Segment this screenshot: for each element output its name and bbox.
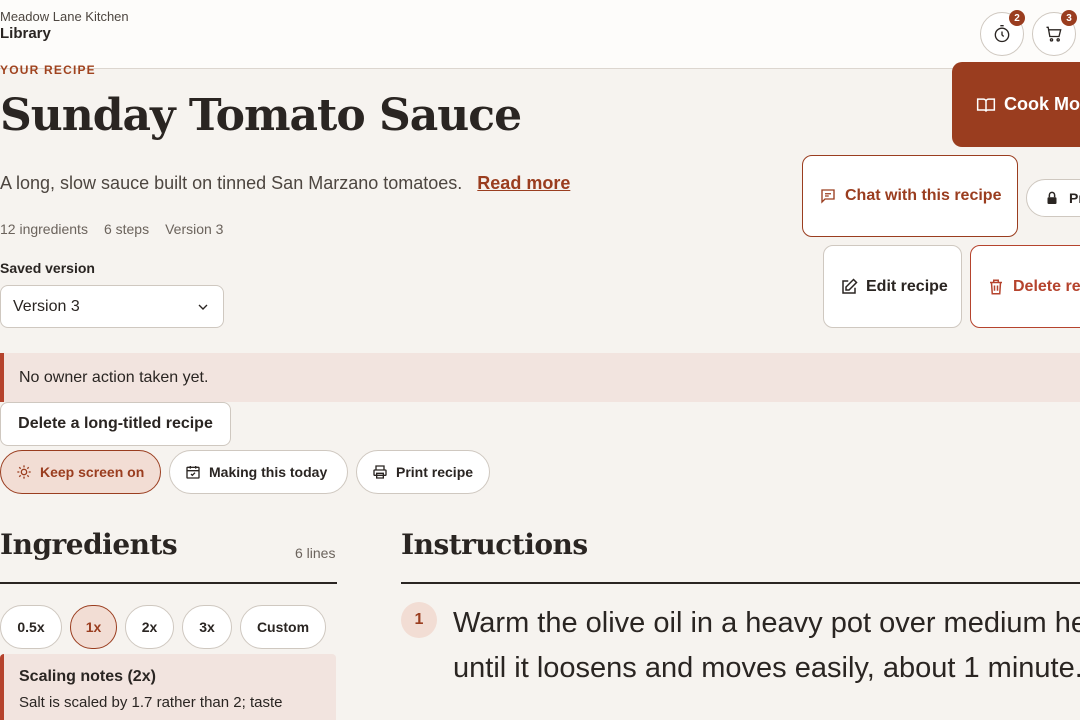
ingredients-divider — [0, 582, 337, 584]
book-icon — [976, 97, 996, 112]
private-label: Pr — [1069, 190, 1080, 206]
scale-custom[interactable]: Custom — [240, 605, 326, 649]
calendar-icon — [186, 466, 200, 479]
sun-icon — [17, 465, 31, 479]
timer-icon — [994, 25, 1010, 43]
step-number: 1 — [401, 602, 437, 638]
trash-icon — [990, 279, 1002, 294]
recipe-title: Sunday Tomato Sauce — [0, 90, 522, 141]
scale-1x[interactable]: 1x — [70, 605, 117, 649]
timers-button[interactable]: 2 — [980, 10, 1025, 56]
print-recipe-label: Print recipe — [396, 464, 474, 480]
description-text: A long, slow sauce built on tinned San M… — [0, 173, 463, 193]
edit-recipe-label: Edit recipe — [866, 277, 948, 295]
cart-badge: 3 — [1061, 10, 1077, 26]
brand-subtitle: Meadow Lane Kitchen — [0, 9, 129, 24]
meta-steps: 6 steps — [103, 221, 150, 237]
meta-ingredients: 12 ingredients — [0, 221, 88, 237]
version-select[interactable]: Version 3 — [0, 285, 224, 328]
cook-mode-button[interactable]: Cook Mo — [952, 62, 1080, 147]
brand-title[interactable]: Library — [0, 25, 51, 42]
scale-2x[interactable]: 2x — [125, 605, 174, 649]
chevron-down-icon — [198, 304, 208, 310]
private-button[interactable]: Pr — [1026, 179, 1080, 217]
chat-icon — [821, 189, 835, 204]
printer-icon — [373, 465, 387, 479]
read-more-link[interactable]: Read more — [477, 173, 570, 193]
notice-text: No owner action taken yet. — [19, 368, 209, 386]
delete-long-titled-button[interactable]: Delete a long-titled recipe — [0, 402, 231, 446]
keep-screen-on-label: Keep screen on — [40, 464, 145, 480]
instructions-divider — [401, 582, 1080, 584]
making-today-button[interactable]: Making this today — [169, 450, 348, 494]
ingredients-count: 6 lines — [295, 545, 336, 561]
cart-button[interactable]: 3 — [1032, 10, 1077, 56]
step-text: Warm the olive oil in a heavy pot over m… — [453, 607, 1080, 684]
making-today-label: Making this today — [209, 464, 328, 480]
delete-recipe-label: Delete re — [1013, 277, 1080, 295]
recipe-description: A long, slow sauce built on tinned San M… — [0, 173, 570, 194]
chat-recipe-label: Chat with this recipe — [845, 187, 1002, 204]
keep-screen-on-toggle[interactable]: Keep screen on — [0, 450, 161, 494]
lock-icon — [1047, 191, 1057, 204]
owner-action-notice: No owner action taken yet. — [0, 353, 1080, 402]
top-bar: Meadow Lane Kitchen Library 2 3 — [0, 0, 1080, 69]
edit-icon — [842, 277, 858, 294]
saved-version-label: Saved version — [0, 260, 95, 276]
ingredients-heading: Ingredients — [0, 528, 178, 561]
timers-badge: 2 — [1009, 10, 1025, 26]
scaling-notes-title: Scaling notes (2x) — [19, 668, 156, 685]
delete-recipe-button[interactable]: Delete re — [970, 245, 1080, 328]
instructions-heading: Instructions — [401, 528, 588, 561]
scaling-notes-body: Salt is scaled by 1.7 rather than 2; tas… — [19, 694, 283, 711]
scale-0-5x[interactable]: 0.5x — [0, 605, 62, 649]
edit-recipe-button[interactable]: Edit recipe — [823, 245, 962, 328]
meta-version: Version 3 — [165, 221, 224, 237]
scaling-notes: Scaling notes (2x) Salt is scaled by 1.7… — [0, 654, 336, 720]
cart-icon — [1046, 26, 1062, 42]
recipe-eyebrow: YOUR RECIPE — [0, 63, 96, 77]
print-recipe-button[interactable]: Print recipe — [356, 450, 490, 494]
recipe-meta: 12 ingredients 6 steps Version 3 — [0, 221, 223, 237]
version-select-value: Version 3 — [13, 297, 80, 315]
scale-3x[interactable]: 3x — [182, 605, 232, 649]
chat-recipe-button[interactable]: Chat with this recipe — [802, 155, 1018, 237]
cook-mode-label: Cook Mo — [1004, 94, 1080, 114]
